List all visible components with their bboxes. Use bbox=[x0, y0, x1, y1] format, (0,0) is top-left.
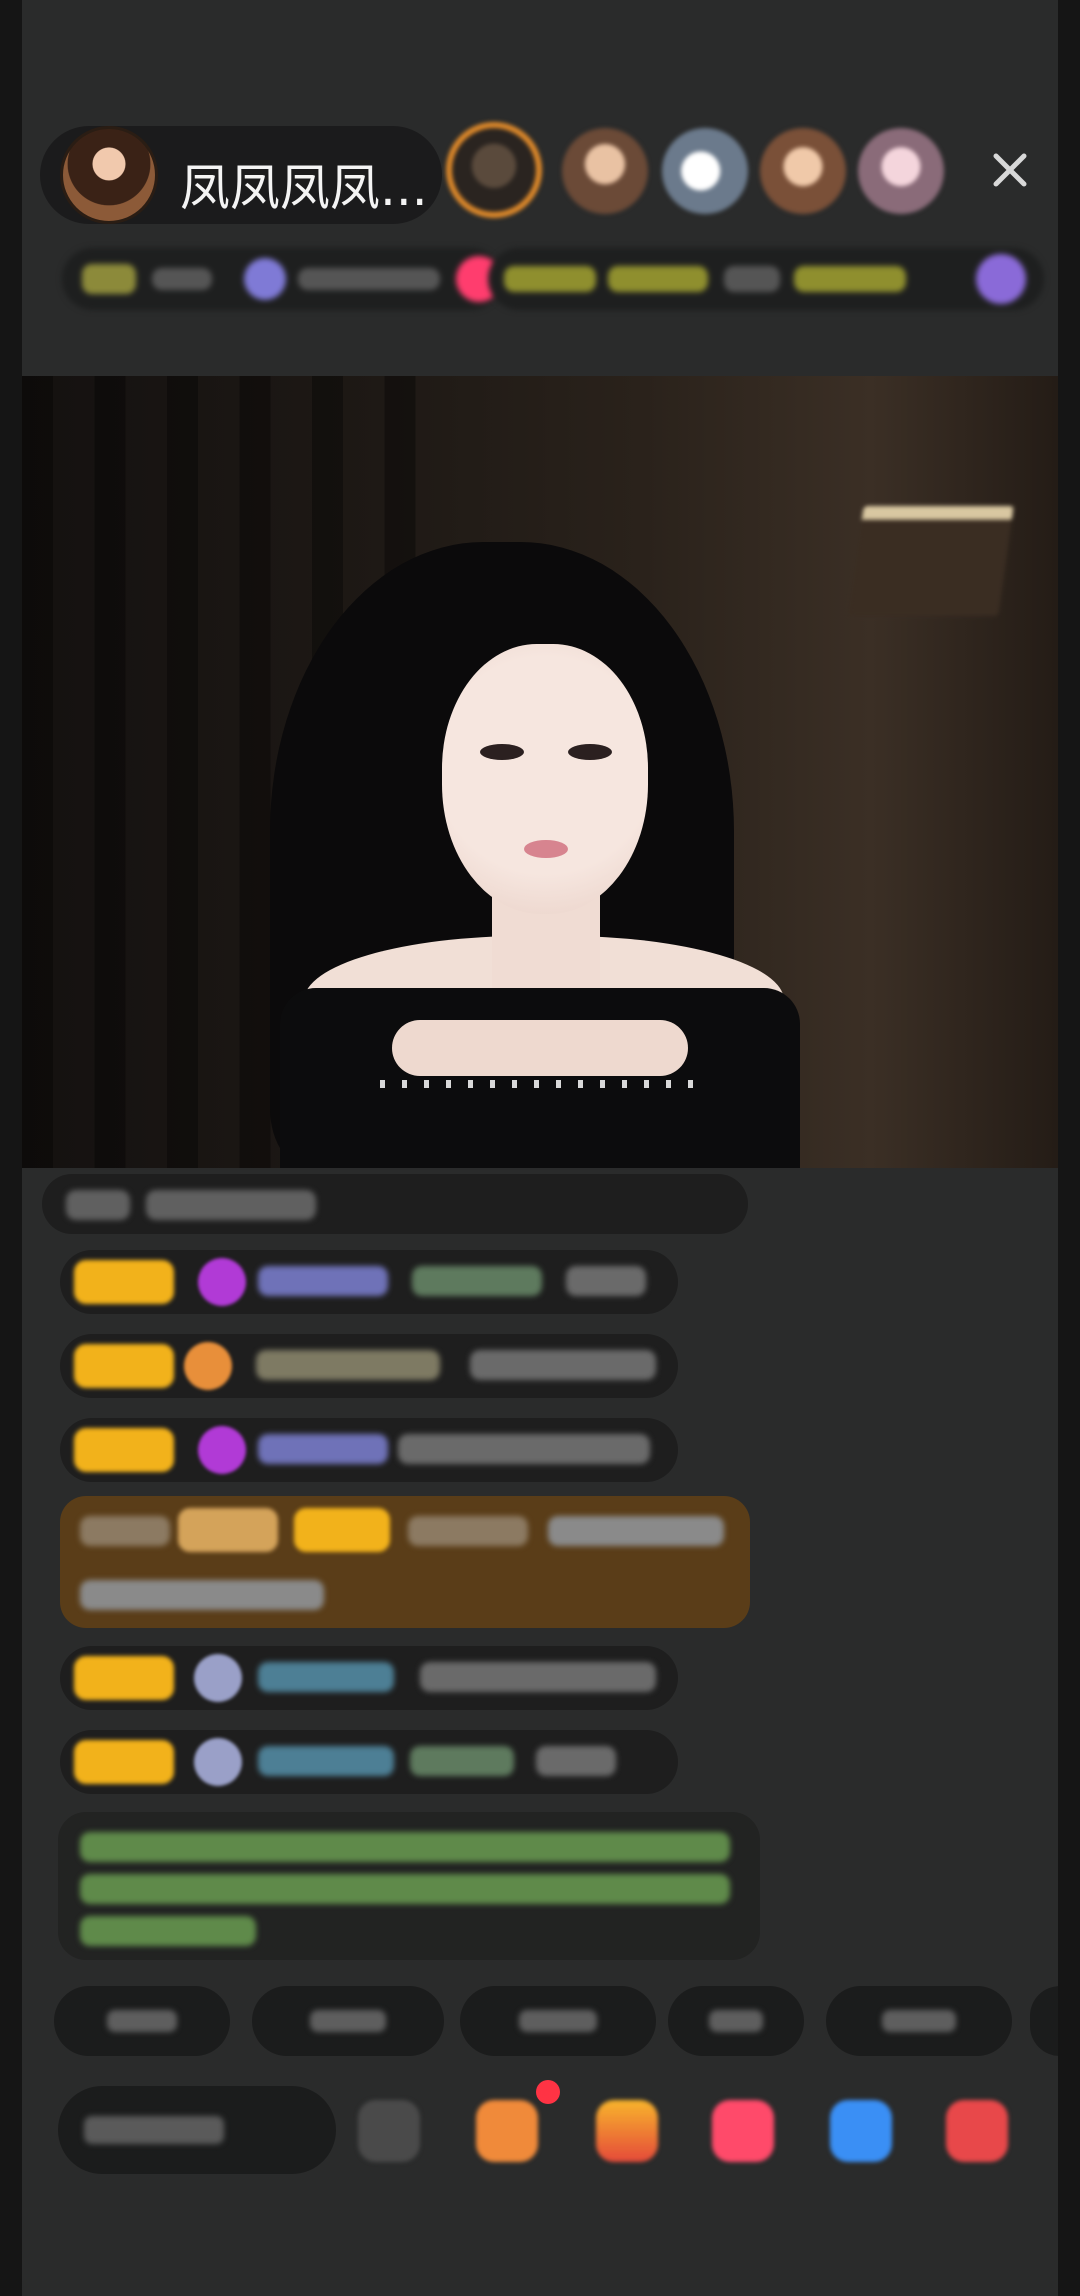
activity-icon[interactable] bbox=[476, 2100, 538, 2162]
level-badge bbox=[74, 1740, 174, 1784]
chat-message[interactable] bbox=[42, 1174, 748, 1234]
level-badge bbox=[74, 1428, 174, 1472]
quick-reply-1[interactable] bbox=[54, 1986, 230, 2056]
emoji-icon[interactable] bbox=[358, 2100, 420, 2162]
quick-reply-6[interactable] bbox=[1030, 1986, 1058, 2056]
room-rank-bar[interactable] bbox=[488, 248, 1044, 310]
host-avatar[interactable] bbox=[60, 126, 158, 224]
fan-badge-icon bbox=[194, 1738, 242, 1786]
gift-icon[interactable] bbox=[596, 2100, 658, 2162]
room-stats-bar[interactable] bbox=[62, 248, 502, 310]
close-icon[interactable] bbox=[988, 148, 1032, 192]
notification-dot bbox=[536, 2080, 560, 2104]
top-viewer-avatar-5[interactable] bbox=[858, 128, 944, 214]
level-badge bbox=[74, 1344, 174, 1388]
fan-badge-icon bbox=[194, 1654, 242, 1702]
quick-reply-2[interactable] bbox=[252, 1986, 444, 2056]
live-video-stream[interactable] bbox=[22, 376, 1058, 1168]
highlighted-chat-message[interactable] bbox=[60, 1496, 750, 1628]
streamer-outfit bbox=[280, 988, 800, 1168]
chat-input[interactable] bbox=[58, 2086, 336, 2174]
host-info-pill[interactable]: 凤凤凤凤... bbox=[40, 126, 442, 224]
outfit-cutout bbox=[392, 1020, 688, 1076]
eye-right bbox=[568, 744, 612, 760]
diamond-icon bbox=[198, 1426, 246, 1474]
quick-reply-4[interactable] bbox=[668, 1986, 804, 2056]
like-icon[interactable] bbox=[712, 2100, 774, 2162]
top-viewer-avatar-2[interactable] bbox=[562, 128, 648, 214]
background-lamp bbox=[848, 506, 1014, 616]
level-badge bbox=[74, 1260, 174, 1304]
live-room: 凤凤凤凤... bbox=[22, 0, 1058, 2296]
more-icon[interactable] bbox=[946, 2100, 1008, 2162]
level-badge bbox=[294, 1508, 390, 1552]
game-icon[interactable] bbox=[830, 2100, 892, 2162]
chat-message[interactable] bbox=[60, 1646, 678, 1710]
chat-message[interactable] bbox=[60, 1730, 678, 1794]
host-name[interactable]: 凤凤凤凤... bbox=[180, 148, 428, 220]
chat-message[interactable] bbox=[60, 1418, 678, 1482]
chat-message[interactable] bbox=[60, 1334, 678, 1398]
top-viewer-avatar-3[interactable] bbox=[662, 128, 748, 214]
eye-left bbox=[480, 744, 524, 760]
fan-badge-icon bbox=[184, 1342, 232, 1390]
system-notice bbox=[58, 1812, 760, 1960]
diamond-icon bbox=[198, 1258, 246, 1306]
quick-reply-3[interactable] bbox=[460, 1986, 656, 2056]
chat-message[interactable] bbox=[60, 1250, 678, 1314]
screen-edge-right bbox=[1058, 0, 1080, 2296]
lips bbox=[524, 840, 568, 858]
level-badge bbox=[74, 1656, 174, 1700]
streamer-face bbox=[442, 644, 648, 914]
top-viewer-avatar-4[interactable] bbox=[760, 128, 846, 214]
quick-reply-5[interactable] bbox=[826, 1986, 1012, 2056]
screen-edge-left bbox=[0, 0, 22, 2296]
noble-badge bbox=[178, 1508, 278, 1552]
outfit-studs bbox=[380, 1080, 700, 1088]
top-viewer-avatar-1[interactable] bbox=[446, 122, 542, 218]
